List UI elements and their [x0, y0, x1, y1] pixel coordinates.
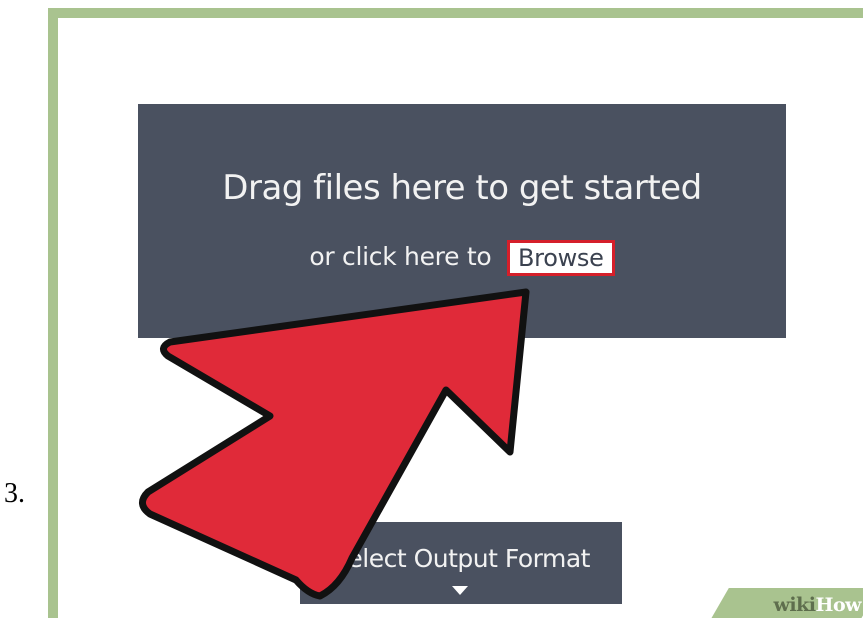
- drop-zone-subtext-row: or click here to Browse: [138, 240, 786, 276]
- step-number: 3.: [4, 478, 25, 509]
- browse-button[interactable]: Browse: [506, 240, 615, 276]
- screenshot-canvas: Drag files here to get started or click …: [58, 18, 863, 618]
- select-output-format-button[interactable]: Select Output Format: [300, 522, 622, 604]
- illustration-frame: Drag files here to get started or click …: [48, 8, 863, 618]
- file-drop-zone[interactable]: Drag files here to get started or click …: [138, 104, 786, 338]
- caret-down-icon: [452, 586, 468, 595]
- wikihow-watermark: wikiHow: [773, 594, 862, 616]
- drop-zone-subtext: or click here to: [309, 242, 492, 271]
- select-output-format-label: Select Output Format: [332, 544, 590, 573]
- drop-zone-heading: Drag files here to get started: [222, 168, 702, 208]
